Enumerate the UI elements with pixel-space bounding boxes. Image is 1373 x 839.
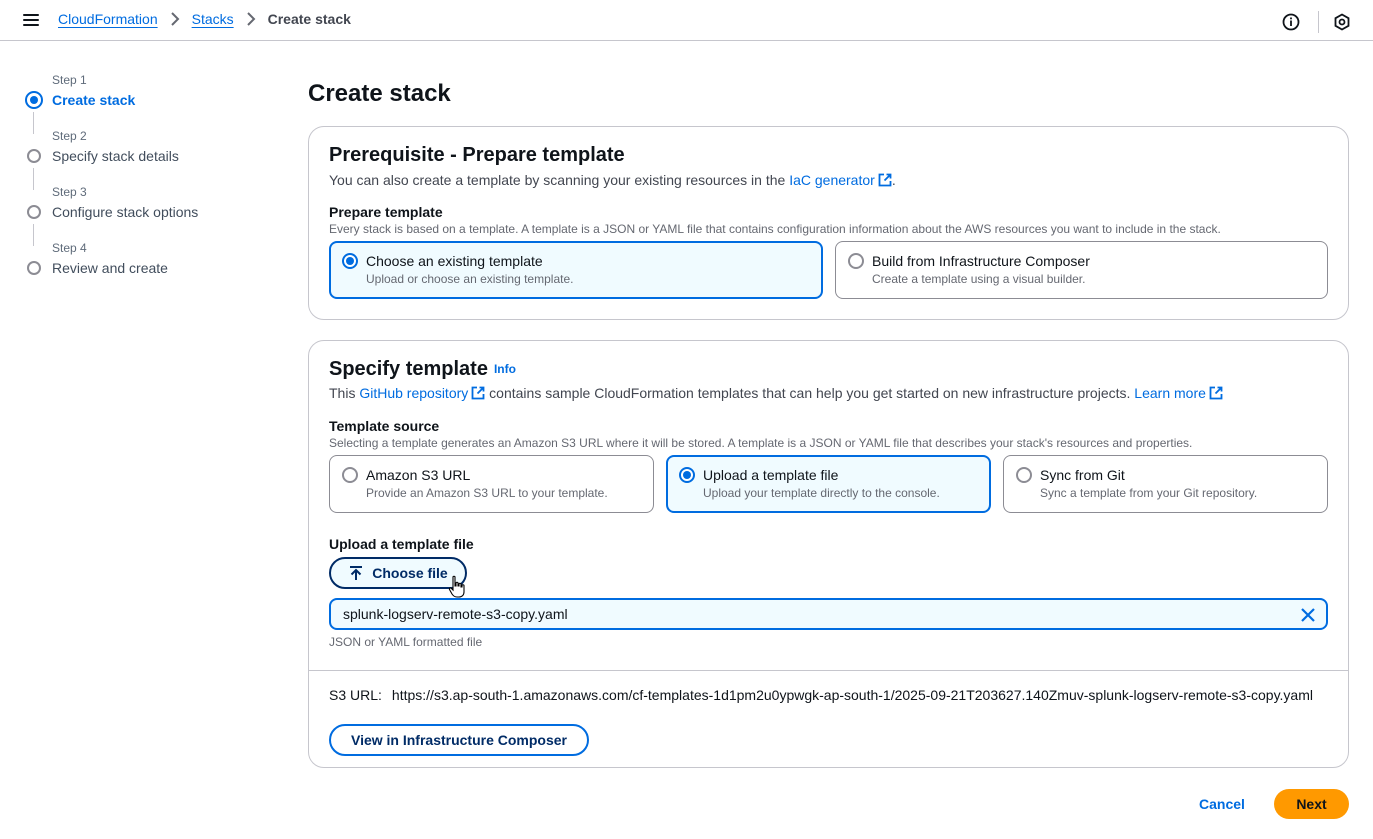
- s3-url-label: S3 URL:: [329, 687, 382, 703]
- template-source-label: Template source: [329, 418, 440, 434]
- step-label: Specify stack details: [52, 148, 179, 164]
- prerequisite-title: Prerequisite - Prepare template: [329, 144, 625, 166]
- option-title: Build from Infrastructure Composer: [872, 253, 1090, 269]
- learn-more-link-text: Learn more: [1134, 385, 1206, 401]
- settings-hex-icon[interactable]: [1333, 13, 1351, 31]
- option-title: Sync from Git: [1040, 467, 1125, 483]
- info-icon[interactable]: [1282, 13, 1300, 31]
- option-description: Upload or choose an existing template.: [366, 272, 574, 286]
- toolbar-divider: [1318, 11, 1319, 33]
- breadcrumb-stacks[interactable]: Stacks: [192, 11, 234, 27]
- step-review-create: Step 4 Review and create: [24, 238, 264, 294]
- step-number: Step 2: [52, 129, 87, 143]
- step-number: Step 3: [52, 185, 87, 199]
- prepare-template-description: Every stack is based on a template. A te…: [329, 222, 1221, 236]
- chevron-right-icon: [246, 12, 256, 26]
- upload-template-label: Upload a template file: [329, 536, 474, 552]
- step-number: Step 1: [52, 73, 87, 87]
- option-description: Provide an Amazon S3 URL to your templat…: [366, 486, 608, 500]
- option-upload-template-file[interactable]: Upload a template file Upload your templ…: [666, 455, 991, 513]
- specify-template-heading: Specify template Info: [329, 358, 516, 381]
- hand-cursor-icon: [448, 575, 465, 598]
- option-description: Sync a template from your Git repository…: [1040, 486, 1258, 500]
- github-link-text: GitHub repository: [359, 385, 469, 401]
- specify-template-container: Specify template Info This GitHub reposit…: [308, 340, 1349, 768]
- specify-template-description: This GitHub repository contains sample C…: [329, 385, 1223, 401]
- external-link-icon: [1209, 386, 1223, 400]
- learn-more-link[interactable]: Learn more: [1134, 385, 1223, 401]
- prerequisite-container: Prerequisite - Prepare template You can …: [308, 126, 1349, 320]
- info-link[interactable]: Info: [494, 362, 516, 376]
- step-configure-options: Step 3 Configure stack options: [24, 182, 264, 246]
- step-pending-icon: [27, 205, 41, 219]
- prerequisite-desc-text: You can also create a template by scanni…: [329, 172, 786, 188]
- prerequisite-description: You can also create a template by scanni…: [329, 172, 896, 188]
- step-number: Step 4: [52, 241, 87, 255]
- cancel-button[interactable]: Cancel: [1196, 789, 1248, 819]
- template-source-description: Selecting a template generates an Amazon…: [329, 436, 1193, 450]
- option-title: Choose an existing template: [366, 253, 543, 269]
- option-title: Upload a template file: [703, 467, 839, 483]
- step-active-icon: [25, 91, 43, 109]
- radio-unselected-icon[interactable]: [342, 467, 358, 483]
- next-button[interactable]: Next: [1274, 789, 1349, 819]
- external-link-icon: [471, 386, 485, 400]
- prepare-template-label: Prepare template: [329, 204, 443, 220]
- radio-unselected-icon[interactable]: [1016, 467, 1032, 483]
- iac-generator-link-text: IaC generator: [789, 172, 875, 188]
- option-title: Amazon S3 URL: [366, 467, 471, 483]
- radio-unselected-icon[interactable]: [848, 253, 864, 269]
- upload-icon: [350, 566, 363, 580]
- choose-file-button[interactable]: Choose file: [329, 557, 467, 589]
- choose-file-label: Choose file: [372, 565, 448, 581]
- option-description: Upload your template directly to the con…: [703, 486, 940, 500]
- step-create-stack: Step 1 Create stack: [24, 70, 264, 134]
- step-pending-icon: [27, 261, 41, 275]
- radio-selected-icon[interactable]: [342, 253, 358, 269]
- external-link-icon: [878, 173, 892, 187]
- step-label: Create stack: [52, 92, 136, 108]
- selected-file-field[interactable]: splunk-logserv-remote-s3-copy.yaml: [329, 598, 1328, 630]
- specify-template-title: Specify template: [329, 358, 488, 380]
- wizard-steps: Step 1 Create stack Step 2 Specify stack…: [24, 70, 264, 294]
- s3-url-value: https://s3.ap-south-1.amazonaws.com/cf-t…: [391, 687, 1313, 703]
- option-amazon-s3-url[interactable]: Amazon S3 URL Provide an Amazon S3 URL t…: [329, 455, 654, 513]
- close-icon[interactable]: [1300, 607, 1316, 623]
- prerequisite-desc-suffix: .: [891, 172, 896, 188]
- github-repository-link[interactable]: GitHub repository: [359, 385, 485, 401]
- top-navigation: CloudFormation Stacks Create stack: [0, 0, 1373, 41]
- specify-desc-prefix: This: [329, 385, 356, 401]
- option-infrastructure-composer[interactable]: Build from Infrastructure Composer Creat…: [835, 241, 1328, 299]
- menu-icon[interactable]: [22, 11, 40, 29]
- iac-generator-link[interactable]: IaC generator: [789, 172, 892, 188]
- option-description: Create a template using a visual builder…: [872, 272, 1086, 286]
- section-divider: [309, 670, 1348, 671]
- breadcrumb-current: Create stack: [267, 11, 351, 27]
- page-title: Create stack: [308, 80, 451, 107]
- breadcrumb: CloudFormation Stacks Create stack: [58, 11, 351, 27]
- breadcrumb-cloudformation[interactable]: CloudFormation: [58, 11, 158, 27]
- radio-selected-icon[interactable]: [679, 467, 695, 483]
- option-sync-from-git[interactable]: Sync from Git Sync a template from your …: [1003, 455, 1328, 513]
- specify-desc-middle: contains sample CloudFormation templates…: [489, 385, 1131, 401]
- view-in-composer-button[interactable]: View in Infrastructure Composer: [329, 724, 589, 756]
- file-format-hint: JSON or YAML formatted file: [329, 635, 483, 649]
- selected-file-name: splunk-logserv-remote-s3-copy.yaml: [343, 606, 568, 622]
- step-pending-icon: [27, 149, 41, 163]
- step-label: Configure stack options: [52, 204, 199, 220]
- step-label: Review and create: [52, 260, 168, 276]
- option-existing-template[interactable]: Choose an existing template Upload or ch…: [329, 241, 823, 299]
- s3-url-display: S3 URL: https://s3.ap-south-1.amazonaws.c…: [329, 685, 1319, 705]
- step-specify-details: Step 2 Specify stack details: [24, 126, 264, 190]
- chevron-right-icon: [170, 12, 180, 26]
